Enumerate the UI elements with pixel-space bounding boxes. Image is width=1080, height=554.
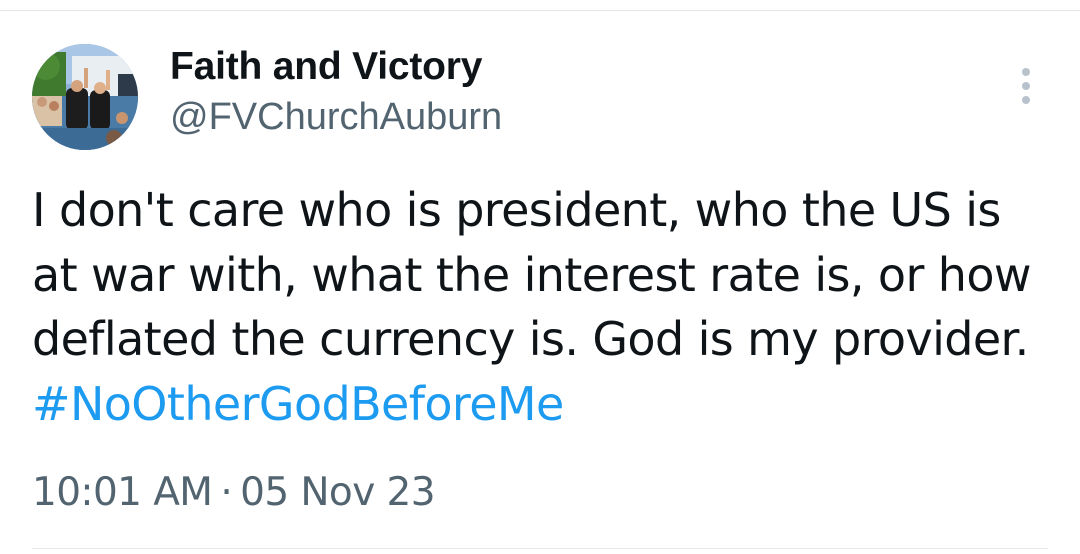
account-handle[interactable]: @FVChurchAuburn [170,96,502,139]
tweet-line: at war with, what the interest rate is, … [32,247,1032,302]
tweet-date: 05 Nov 23 [240,470,435,515]
avatar[interactable] [32,44,138,150]
display-name[interactable]: Faith and Victory [170,45,482,89]
more-options-button[interactable] [1004,64,1048,108]
tweet-timestamp[interactable]: 10:01 AM · 05 Nov 23 [32,470,436,515]
hashtag-link[interactable]: #NoOtherGodBeforeMe [32,372,1062,437]
top-divider [0,0,1080,11]
more-vertical-icon [1022,68,1030,76]
more-vertical-icon-dot [1022,96,1030,104]
tweet-line: deflated the currency is. God is my prov… [32,312,1029,366]
tweet-line: I don't care who is president, who the U… [32,183,1001,237]
more-vertical-icon-dot [1022,82,1030,90]
profile-photo-icon [32,44,138,150]
tweet-text: I don't care who is president, who the U… [32,178,1062,436]
timestamp-separator: · [220,470,233,515]
bottom-divider [32,548,1048,549]
tweet-time: 10:01 AM [32,470,213,515]
